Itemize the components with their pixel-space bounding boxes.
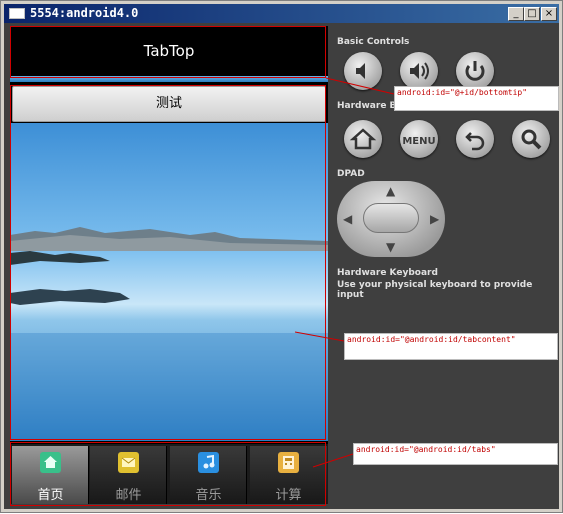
dpad-left-icon[interactable]: ◀: [343, 213, 352, 225]
menu-button[interactable]: MENU: [400, 120, 438, 158]
dpad[interactable]: ▲ ▼ ◀ ▶: [337, 181, 445, 257]
window-icon: [9, 8, 25, 19]
back-icon[interactable]: [456, 120, 494, 158]
dpad-right-icon[interactable]: ▶: [430, 213, 439, 225]
header-strip: [10, 76, 328, 82]
test-button[interactable]: 测试: [12, 86, 326, 122]
dpad-down-icon[interactable]: ▼: [386, 241, 395, 253]
tab-content-image: [10, 123, 328, 441]
home-icon[interactable]: [344, 120, 382, 158]
tabcontent-annotation: android:id="@android:id/tabcontent": [344, 333, 558, 360]
tab-bar: 首页 邮件 音乐 计算: [10, 444, 328, 504]
close-button[interactable]: ×: [541, 7, 557, 21]
volume-down-icon[interactable]: [344, 52, 382, 90]
keyboard-heading: Hardware Keyboard: [337, 268, 438, 278]
dpad-up-icon[interactable]: ▲: [386, 185, 395, 197]
tab-label: 首页: [37, 488, 64, 503]
tab-label: 音乐: [195, 488, 222, 503]
title-bar[interactable]: 5554:android4.0 _ □ ×: [4, 4, 559, 23]
mail-icon: [118, 452, 139, 473]
tab-label: 邮件: [115, 488, 142, 503]
volume-up-icon[interactable]: [400, 52, 438, 90]
dpad-heading: DPAD: [337, 169, 365, 179]
basic-controls-heading: Basic Controls: [337, 37, 410, 47]
tab-calculator[interactable]: 计算: [250, 446, 327, 504]
tab-home[interactable]: 首页: [12, 446, 89, 504]
tab-music[interactable]: 音乐: [170, 446, 247, 504]
lake-landscape: [10, 227, 328, 441]
calculator-icon: [278, 452, 299, 473]
rocks-left: [10, 251, 110, 265]
music-icon: [198, 452, 219, 473]
search-icon[interactable]: [512, 120, 550, 158]
water-shade: [10, 333, 328, 441]
minimize-button[interactable]: _: [508, 7, 524, 21]
rocks-front: [10, 289, 130, 305]
menu-label: MENU: [402, 136, 436, 147]
app-header: TabTop: [10, 26, 328, 76]
bottomtip-annotation: android:id="@+id/bottomtip": [394, 86, 559, 111]
device-screen: TabTop 测试 首页 邮件 音乐 计算: [10, 26, 328, 504]
emulator-window: 5554:android4.0 _ □ × TabTop 测试 首页 邮件 音乐…: [0, 0, 563, 513]
dpad-center-button[interactable]: [363, 203, 419, 233]
tab-label: 计算: [275, 488, 302, 503]
window-title: 5554:android4.0: [30, 6, 139, 20]
keyboard-text: Use your physical keyboard to provide in…: [337, 280, 533, 300]
tabs-annotation: android:id="@android:id/tabs": [353, 443, 558, 465]
tab-mail[interactable]: 邮件: [90, 446, 167, 504]
home-icon: [40, 452, 61, 473]
power-icon[interactable]: [456, 52, 494, 90]
maximize-button[interactable]: □: [524, 7, 540, 21]
